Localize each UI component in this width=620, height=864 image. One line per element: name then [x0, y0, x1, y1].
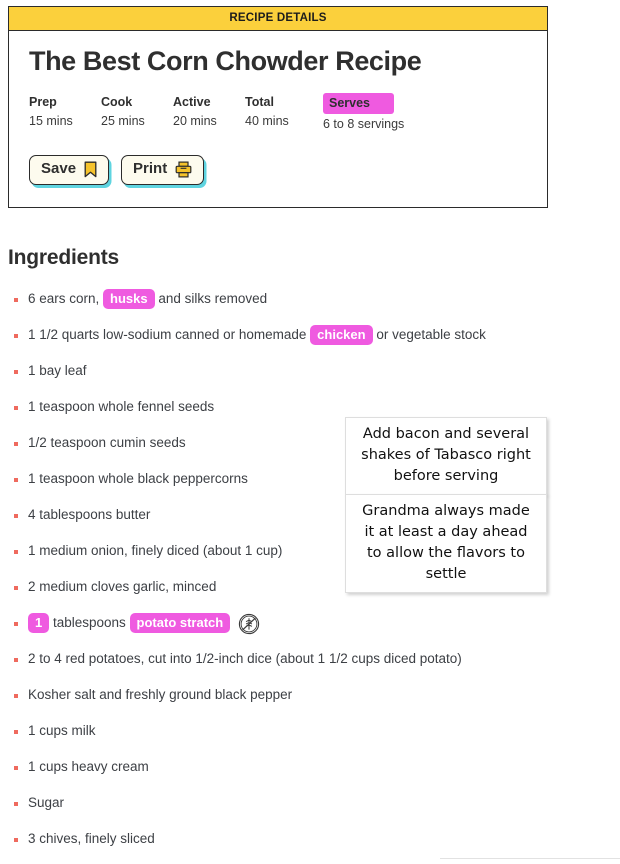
- meta-total-label: Total: [245, 94, 274, 109]
- ingredient-text: 1 teaspoon whole fennel seeds: [28, 399, 215, 414]
- ingredient-text: Kosher salt and freshly ground black pep…: [28, 687, 293, 702]
- ingredient-text-post: or vegetable stock: [372, 327, 486, 342]
- ingredient-text: Sugar: [28, 795, 65, 810]
- ingredient-text: 2 to 4 red potatoes, cut into 1/2-inch d…: [28, 651, 462, 666]
- card-body: The Best Corn Chowder Recipe Prep 15 min…: [9, 31, 547, 207]
- meta-total-value: 40 mins: [245, 113, 289, 128]
- ingredient-highlight-husks[interactable]: husks: [103, 289, 155, 309]
- list-item: Sugar: [8, 792, 548, 828]
- meta-active: Active 20 mins: [173, 93, 245, 130]
- ingredient-text: tablespoons: [49, 615, 130, 630]
- ingredient-text: 1 cups milk: [28, 723, 96, 738]
- list-item: 1 cups milk: [8, 720, 548, 756]
- recipe-note-2[interactable]: Grandma always made it at least a day ah…: [345, 494, 547, 593]
- ingredient-text: 1 bay leaf: [28, 363, 87, 378]
- ingredient-highlight-quantity[interactable]: 1: [28, 613, 50, 633]
- meta-active-label: Active: [173, 94, 211, 109]
- ingredient-text: 1 1/2 quarts low-sodium canned or homema…: [28, 327, 311, 342]
- gluten-free-icon[interactable]: [238, 613, 260, 642]
- ingredient-text: 6 ears corn,: [28, 291, 104, 306]
- recipe-note-1[interactable]: Add bacon and several shakes of Tabasco …: [345, 417, 547, 495]
- ingredient-text: 1 teaspoon whole black peppercorns: [28, 471, 248, 486]
- ingredient-highlight-chicken[interactable]: chicken: [310, 325, 373, 345]
- bookmark-icon: [84, 161, 97, 178]
- save-button[interactable]: Save: [29, 154, 110, 185]
- meta-cook-value: 25 mins: [101, 113, 145, 128]
- recipe-details-card: RECIPE DETAILS The Best Corn Chowder Rec…: [8, 6, 548, 208]
- meta-prep-value: 15 mins: [29, 113, 73, 128]
- meta-prep: Prep 15 mins: [29, 93, 101, 130]
- meta-prep-label: Prep: [29, 94, 57, 109]
- list-item: 1 1/2 quarts low-sodium canned or homema…: [8, 324, 548, 360]
- ingredients-heading: Ingredients: [8, 246, 119, 269]
- list-item: Kosher salt and freshly ground black pep…: [8, 684, 548, 720]
- print-button-label: Print: [133, 159, 168, 177]
- meta-serves-label: Serves: [323, 92, 395, 114]
- list-item: 2 to 4 red potatoes, cut into 1/2-inch d…: [8, 648, 548, 684]
- meta-active-value: 20 mins: [173, 113, 217, 128]
- bottom-divider: [440, 858, 620, 859]
- ingredient-text: 3 chives, finely sliced: [28, 831, 155, 846]
- meta-serves: Serves 6 to 8 servings: [323, 92, 405, 133]
- meta-total: Total 40 mins: [245, 93, 317, 130]
- list-item: 1 tablespoons potato stratch: [8, 612, 548, 648]
- ingredient-text: 4 tablespoons butter: [28, 507, 151, 522]
- list-item: 6 ears corn, husks and silks removed: [8, 288, 548, 324]
- ingredient-text-post: and silks removed: [154, 291, 268, 306]
- ingredient-text: 1 medium onion, finely diced (about 1 cu…: [28, 543, 283, 558]
- recipe-meta-row: Prep 15 mins Cook 25 mins Active 20 mins…: [29, 92, 527, 133]
- save-button-label: Save: [41, 159, 77, 177]
- card-header-label: RECIPE DETAILS: [9, 7, 547, 31]
- ingredient-text: 1/2 teaspoon cumin seeds: [28, 435, 186, 450]
- ingredient-text: 1 cups heavy cream: [28, 759, 149, 774]
- ingredient-text: 2 medium cloves garlic, minced: [28, 579, 217, 594]
- list-item: 1 cups heavy cream: [8, 756, 548, 792]
- page-title: The Best Corn Chowder Recipe: [29, 46, 422, 76]
- card-action-buttons: Save Print: [29, 154, 527, 185]
- printer-icon: [175, 161, 192, 178]
- list-item: 1 bay leaf: [8, 360, 548, 396]
- meta-cook-label: Cook: [101, 94, 133, 109]
- ingredient-highlight-potato-stratch[interactable]: potato stratch: [129, 613, 231, 633]
- print-button[interactable]: Print: [121, 154, 205, 185]
- meta-cook: Cook 25 mins: [101, 93, 173, 130]
- meta-serves-value: 6 to 8 servings: [323, 116, 405, 131]
